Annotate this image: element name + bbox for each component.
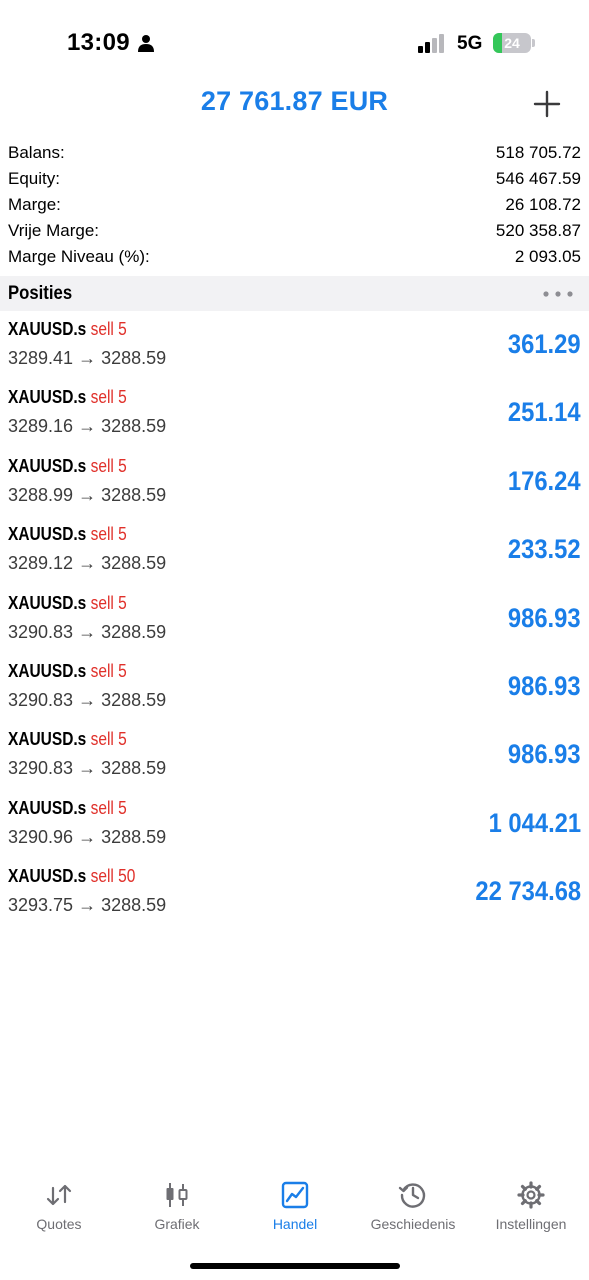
position-symbol: XAUUSD.s bbox=[8, 319, 87, 339]
position-prices: 3289.41 → 3288.59 bbox=[8, 348, 167, 368]
position-side: sell 50 bbox=[90, 866, 136, 887]
position-row[interactable]: XAUUSD.s sell 5 3290.83 → 3288.59 986.93 bbox=[0, 655, 589, 723]
battery-level: 24 bbox=[504, 35, 520, 51]
summary-label: Equity: bbox=[8, 169, 60, 188]
summary-label: Balans: bbox=[8, 143, 65, 162]
position-profit: 176.24 bbox=[508, 465, 581, 496]
status-time: 13:09 bbox=[67, 29, 130, 56]
battery-charging-icon: 24 bbox=[493, 33, 535, 53]
position-side: sell 5 bbox=[90, 455, 127, 476]
position-profit: 361.29 bbox=[508, 329, 581, 359]
more-horizontal-icon[interactable] bbox=[542, 290, 574, 298]
position-row[interactable]: XAUUSD.s sell 5 3290.83 → 3288.59 986.93 bbox=[0, 723, 589, 791]
position-row[interactable]: XAUUSD.s sell 5 3289.41 → 3288.59 361.29 bbox=[0, 313, 589, 381]
position-profit: 233.52 bbox=[508, 534, 581, 565]
position-side: sell 5 bbox=[90, 797, 127, 818]
position-row[interactable]: XAUUSD.s sell 5 3288.99 → 3288.59 176.24 bbox=[0, 450, 589, 518]
trade-chart-icon bbox=[281, 1181, 309, 1209]
position-row[interactable]: XAUUSD.s sell 5 3290.83 → 3288.59 986.93 bbox=[0, 587, 589, 655]
tab-label: Grafiek bbox=[154, 1216, 200, 1232]
summary-row-margin: Marge: 26 108.72 bbox=[0, 193, 589, 219]
status-bar: 13:09 5G 24 bbox=[0, 0, 589, 80]
positions-title: Posities bbox=[8, 283, 73, 304]
tab-chart[interactable]: Grafiek bbox=[118, 1170, 236, 1240]
position-symbol: XAUUSD.s bbox=[8, 660, 87, 681]
account-profit-title: 27 761.87 EUR bbox=[200, 86, 389, 116]
position-side: sell 5 bbox=[90, 387, 127, 408]
position-prices: 3289.16 → 3288.59 bbox=[8, 416, 167, 437]
tab-label: Quotes bbox=[36, 1216, 82, 1232]
summary-label: Marge Niveau (%): bbox=[8, 247, 150, 266]
position-symbol: XAUUSD.s bbox=[8, 729, 87, 750]
signal-icon bbox=[418, 34, 444, 53]
position-row[interactable]: XAUUSD.s sell 50 3293.75 → 3288.59 22 73… bbox=[0, 860, 589, 928]
person-icon bbox=[138, 35, 154, 52]
summary-value: 2 093.05 bbox=[514, 247, 581, 266]
position-profit: 251.14 bbox=[508, 397, 581, 428]
position-symbol: XAUUSD.s bbox=[8, 797, 87, 818]
position-row[interactable]: XAUUSD.s sell 5 3290.96 → 3288.59 1 044.… bbox=[0, 792, 589, 860]
position-side: sell 5 bbox=[90, 729, 127, 750]
position-prices: 3290.83 → 3288.59 bbox=[8, 758, 167, 779]
position-row[interactable]: XAUUSD.s sell 5 3289.12 → 3288.59 233.52 bbox=[0, 518, 589, 586]
tab-label: Instellingen bbox=[495, 1216, 567, 1232]
position-symbol: XAUUSD.s bbox=[8, 592, 87, 613]
tab-label: Handel bbox=[272, 1216, 318, 1232]
position-prices: 3288.99 → 3288.59 bbox=[8, 484, 167, 505]
position-prices: 3289.12 → 3288.59 bbox=[8, 553, 167, 574]
summary-value: 520 358.87 bbox=[495, 221, 581, 240]
history-clock-icon bbox=[398, 1183, 426, 1208]
tab-trade[interactable]: Handel bbox=[236, 1170, 354, 1240]
position-symbol: XAUUSD.s bbox=[8, 524, 87, 545]
tab-history[interactable]: Geschiedenis bbox=[354, 1170, 472, 1240]
tab-quotes[interactable]: Quotes bbox=[0, 1170, 118, 1240]
plus-icon[interactable] bbox=[533, 90, 561, 118]
tab-settings[interactable]: Instellingen bbox=[472, 1170, 589, 1240]
summary-row-equity: Equity: 546 467.59 bbox=[0, 167, 589, 193]
position-row[interactable]: XAUUSD.s sell 5 3289.16 → 3288.59 251.14 bbox=[0, 381, 589, 449]
summary-label: Marge: bbox=[8, 195, 61, 214]
account-summary: Balans: 518 705.72 Equity: 546 467.59 Ma… bbox=[0, 141, 589, 271]
network-label: 5G bbox=[457, 33, 483, 54]
position-profit: 986.93 bbox=[508, 670, 581, 701]
summary-row-free-margin: Vrije Marge: 520 358.87 bbox=[0, 219, 589, 245]
position-symbol: XAUUSD.s bbox=[8, 455, 87, 476]
position-side: sell 5 bbox=[90, 660, 127, 681]
summary-row-margin-level: Marge Niveau (%): 2 093.05 bbox=[0, 245, 589, 271]
position-prices: 3290.83 → 3288.59 bbox=[8, 621, 167, 642]
position-profit: 986.93 bbox=[508, 602, 581, 633]
home-indicator bbox=[190, 1263, 400, 1269]
position-prices: 3293.75 → 3288.59 bbox=[8, 895, 167, 916]
summary-value: 546 467.59 bbox=[495, 169, 581, 188]
summary-row-balance: Balans: 518 705.72 bbox=[0, 141, 589, 167]
position-symbol: XAUUSD.s bbox=[8, 387, 87, 408]
tab-label: Geschiedenis bbox=[370, 1216, 456, 1232]
summary-value: 518 705.72 bbox=[495, 143, 581, 162]
position-profit: 1 044.21 bbox=[488, 807, 581, 838]
position-profit: 22 734.68 bbox=[475, 876, 581, 907]
position-side: sell 5 bbox=[90, 592, 127, 613]
summary-value: 26 108.72 bbox=[505, 195, 581, 214]
summary-label: Vrije Marge: bbox=[8, 221, 100, 240]
candlestick-chart-icon bbox=[166, 1183, 188, 1207]
quotes-arrows-icon bbox=[46, 1184, 72, 1206]
positions-list: XAUUSD.s sell 5 3289.41 → 3288.59 361.29… bbox=[0, 313, 589, 929]
position-side: sell 5 bbox=[90, 319, 127, 339]
position-side: sell 5 bbox=[90, 524, 127, 545]
position-profit: 986.93 bbox=[508, 739, 581, 770]
tab-bar: Quotes Grafiek Handel Geschiedenis Inste… bbox=[0, 1170, 589, 1240]
gear-icon bbox=[517, 1181, 545, 1209]
position-prices: 3290.83 → 3288.59 bbox=[8, 689, 167, 710]
position-prices: 3290.96 → 3288.59 bbox=[8, 826, 167, 847]
positions-section-header: Posities bbox=[0, 276, 589, 311]
position-symbol: XAUUSD.s bbox=[8, 866, 87, 887]
